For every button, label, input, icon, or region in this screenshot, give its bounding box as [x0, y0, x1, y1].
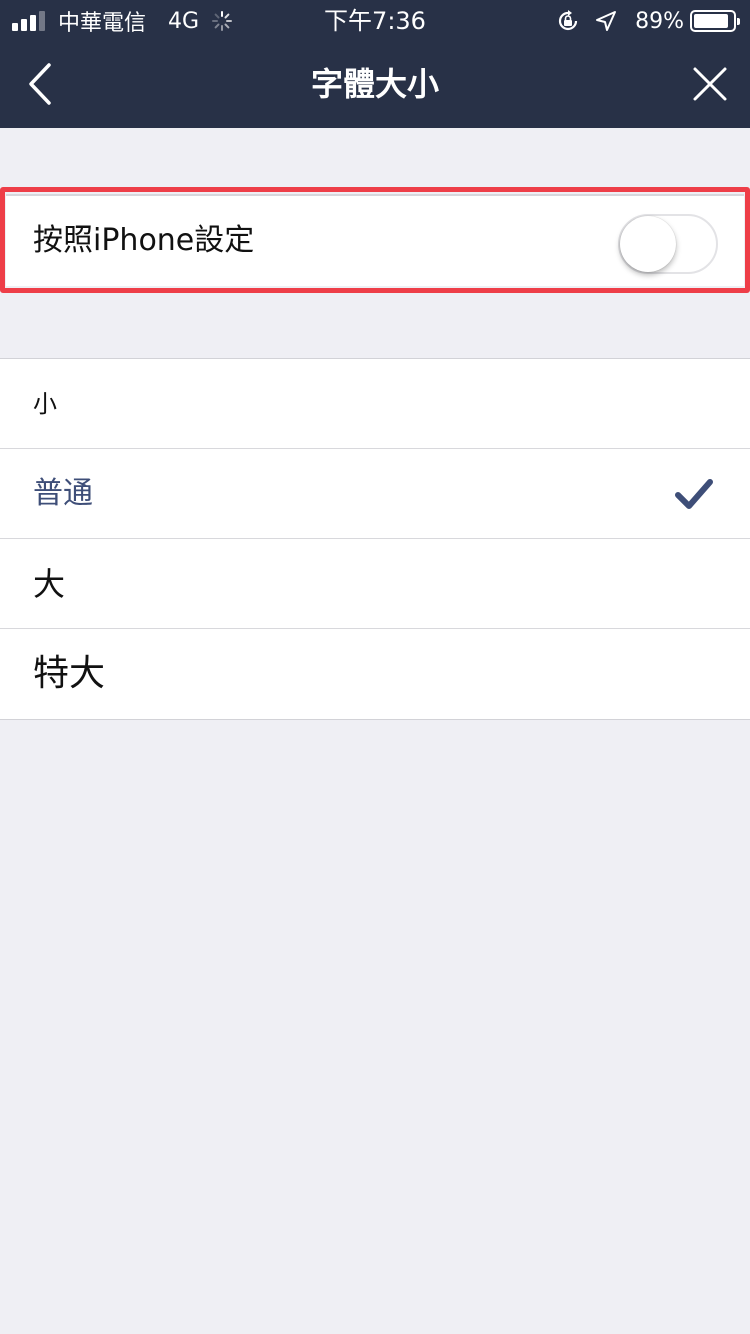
nav-bar: 字體大小 — [0, 40, 750, 128]
size-option-label: 普通 — [33, 476, 93, 511]
size-option-label: 特大 — [33, 653, 106, 694]
size-option-label: 小 — [33, 390, 57, 418]
page-title: 字體大小 — [310, 65, 439, 103]
chevron-left-icon — [29, 63, 51, 105]
follow-iphone-setting-label: 按照iPhone設定 — [33, 223, 255, 258]
size-option-label: 大 — [33, 565, 66, 603]
battery-icon — [690, 10, 740, 32]
battery-percentage: 89% — [635, 8, 684, 34]
orientation-lock-icon — [559, 10, 578, 31]
close-button[interactable] — [680, 54, 740, 114]
header: 中華電信 4G 下午7:36 89% 字體大小 — [0, 0, 750, 128]
size-option-large[interactable]: 大 — [0, 539, 750, 629]
status-right: 89% — [555, 6, 740, 36]
location-arrow-icon — [596, 11, 617, 31]
follow-iphone-setting-toggle[interactable] — [618, 214, 718, 274]
font-size-list: 小 普通 大 特大 — [0, 358, 750, 720]
toggle-knob — [620, 216, 676, 272]
screen: 中華電信 4G 下午7:36 89% 字體大小 按照iPhone設定 小 普通 … — [0, 0, 750, 1334]
status-bar: 中華電信 4G 下午7:36 89% — [0, 0, 750, 40]
battery-fill — [694, 14, 728, 28]
size-option-normal[interactable]: 普通 — [0, 449, 750, 539]
follow-iphone-setting-row: 按照iPhone設定 — [6, 194, 744, 286]
close-icon — [693, 67, 727, 101]
back-button[interactable] — [10, 54, 70, 114]
checkmark-icon — [675, 479, 713, 509]
size-option-extra-large[interactable]: 特大 — [0, 629, 750, 719]
size-option-small[interactable]: 小 — [0, 359, 750, 449]
